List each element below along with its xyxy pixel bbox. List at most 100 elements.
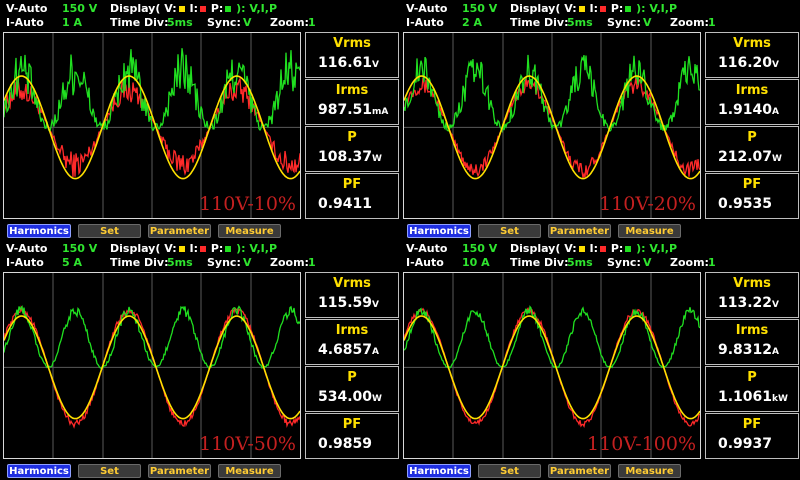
irms-value: 9.8312A <box>718 342 779 358</box>
time-div-label: Time Div: <box>110 16 169 29</box>
measurement-panel: Vrms 113.22V Irms 9.8312A P 1.1061kW PF … <box>705 272 799 459</box>
panel-20pct: V-Auto 150 V I-Auto 2 A Display( V: I: P… <box>400 0 800 240</box>
display-legend: Display( V: I: P: ): V,I,P <box>510 242 678 255</box>
softkey-bar: Harmonics Set Parameter Measure <box>400 222 800 240</box>
vrms-title: Vrms <box>733 276 771 291</box>
vrms-title: Vrms <box>333 276 371 291</box>
measure-button[interactable]: Measure <box>618 224 681 238</box>
set-button[interactable]: Set <box>478 464 541 478</box>
sync-label: Sync: <box>607 256 641 269</box>
harmonics-button[interactable]: Harmonics <box>7 224 71 238</box>
irms-title: Irms <box>735 323 769 338</box>
harmonics-button[interactable]: Harmonics <box>407 224 471 238</box>
vrms-value: 113.22V <box>718 295 779 311</box>
pf-title: PF <box>742 417 762 432</box>
vrms-cell: Vrms 113.22V <box>705 272 799 318</box>
time-div-value: 5ms <box>567 16 593 29</box>
display-legend: Display( V: I: P: ): V,I,P <box>510 2 678 15</box>
zoom-label: Zoom: <box>270 16 309 29</box>
zoom-value: 1 <box>308 256 316 269</box>
softkey-bar: Harmonics Set Parameter Measure <box>0 462 400 480</box>
vrms-value: 116.61V <box>318 55 379 71</box>
waveform-plot: 110V-100% <box>403 272 701 459</box>
panel-50pct: V-Auto 150 V I-Auto 5 A Display( V: I: P… <box>0 240 400 480</box>
power-title: P <box>747 130 757 145</box>
pf-value: 0.9535 <box>718 196 773 212</box>
harmonics-button[interactable]: Harmonics <box>7 464 71 478</box>
load-label: 110V-100% <box>587 433 696 455</box>
irms-value: 1.9140A <box>718 102 779 118</box>
pf-cell: PF 0.9411 <box>305 173 399 219</box>
parameter-button[interactable]: Parameter <box>548 464 611 478</box>
vrms-cell: Vrms 115.59V <box>305 272 399 318</box>
pf-value: 0.9937 <box>718 436 773 452</box>
irms-cell: Irms 9.8312A <box>705 319 799 365</box>
voltage-range-label: V-Auto <box>6 242 48 255</box>
irms-cell: Irms 987.51mA <box>305 79 399 125</box>
status-header: V-Auto 150 V I-Auto 10 A Display( V: I: … <box>400 240 800 272</box>
status-header: V-Auto 150 V I-Auto 1 A Display( V: I: P… <box>0 0 400 32</box>
vrms-cell: Vrms 116.20V <box>705 32 799 78</box>
power-title: P <box>347 370 357 385</box>
irms-cell: Irms 1.9140A <box>705 79 799 125</box>
vrms-title: Vrms <box>333 36 371 51</box>
measure-button[interactable]: Measure <box>618 464 681 478</box>
softkey-bar: Harmonics Set Parameter Measure <box>400 462 800 480</box>
sync-value: V <box>643 16 652 29</box>
time-div-value: 5ms <box>167 16 193 29</box>
sync-label: Sync: <box>207 256 241 269</box>
voltage-range-value: 150 V <box>462 242 498 255</box>
voltage-range-value: 150 V <box>462 2 498 15</box>
load-label: 110V-20% <box>599 193 696 215</box>
measure-button[interactable]: Measure <box>218 464 281 478</box>
voltage-range-value: 150 V <box>62 2 98 15</box>
parameter-button[interactable]: Parameter <box>548 224 611 238</box>
zoom-label: Zoom: <box>270 256 309 269</box>
vrms-title: Vrms <box>733 36 771 51</box>
waveform-svg <box>404 273 700 458</box>
current-range-value: 5 A <box>62 256 82 269</box>
irms-value: 987.51mA <box>318 102 389 118</box>
time-div-value: 5ms <box>167 256 193 269</box>
current-range-value: 1 A <box>62 16 82 29</box>
measurement-panel: Vrms 116.20V Irms 1.9140A P 212.07W PF 0… <box>705 32 799 219</box>
voltage-range-value: 150 V <box>62 242 98 255</box>
power-value: 212.07W <box>718 149 782 165</box>
load-label: 110V-10% <box>199 193 296 215</box>
current-range-label: I-Auto <box>406 16 444 29</box>
panel-10pct: V-Auto 150 V I-Auto 1 A Display( V: I: P… <box>0 0 400 240</box>
time-div-value: 5ms <box>567 256 593 269</box>
pf-title: PF <box>342 177 362 192</box>
display-legend: Display( V: I: P: ): V,I,P <box>110 2 278 15</box>
irms-title: Irms <box>735 83 769 98</box>
vrms-value: 115.59V <box>318 295 379 311</box>
set-button[interactable]: Set <box>78 464 141 478</box>
harmonics-button[interactable]: Harmonics <box>407 464 471 478</box>
pf-title: PF <box>742 177 762 192</box>
pf-value: 0.9859 <box>318 436 373 452</box>
current-range-label: I-Auto <box>6 16 44 29</box>
pf-cell: PF 0.9859 <box>305 413 399 459</box>
panel-100pct: V-Auto 150 V I-Auto 10 A Display( V: I: … <box>400 240 800 480</box>
time-div-label: Time Div: <box>110 256 169 269</box>
zoom-value: 1 <box>308 16 316 29</box>
display-legend: Display( V: I: P: ): V,I,P <box>110 242 278 255</box>
measure-button[interactable]: Measure <box>218 224 281 238</box>
sync-value: V <box>243 16 252 29</box>
parameter-button[interactable]: Parameter <box>148 464 211 478</box>
pf-value: 0.9411 <box>318 196 373 212</box>
measurement-panel: Vrms 115.59V Irms 4.6857A P 534.00W PF 0… <box>305 272 399 459</box>
parameter-button[interactable]: Parameter <box>148 224 211 238</box>
pf-title: PF <box>342 417 362 432</box>
power-cell: P 212.07W <box>705 126 799 172</box>
power-cell: P 108.37W <box>305 126 399 172</box>
set-button[interactable]: Set <box>478 224 541 238</box>
power-title: P <box>747 370 757 385</box>
vrms-value: 116.20V <box>718 55 779 71</box>
power-cell: P 1.1061kW <box>705 366 799 412</box>
set-button[interactable]: Set <box>78 224 141 238</box>
waveform-plot: 110V-20% <box>403 32 701 219</box>
irms-value: 4.6857A <box>318 342 379 358</box>
sync-value: V <box>643 256 652 269</box>
zoom-label: Zoom: <box>670 256 709 269</box>
